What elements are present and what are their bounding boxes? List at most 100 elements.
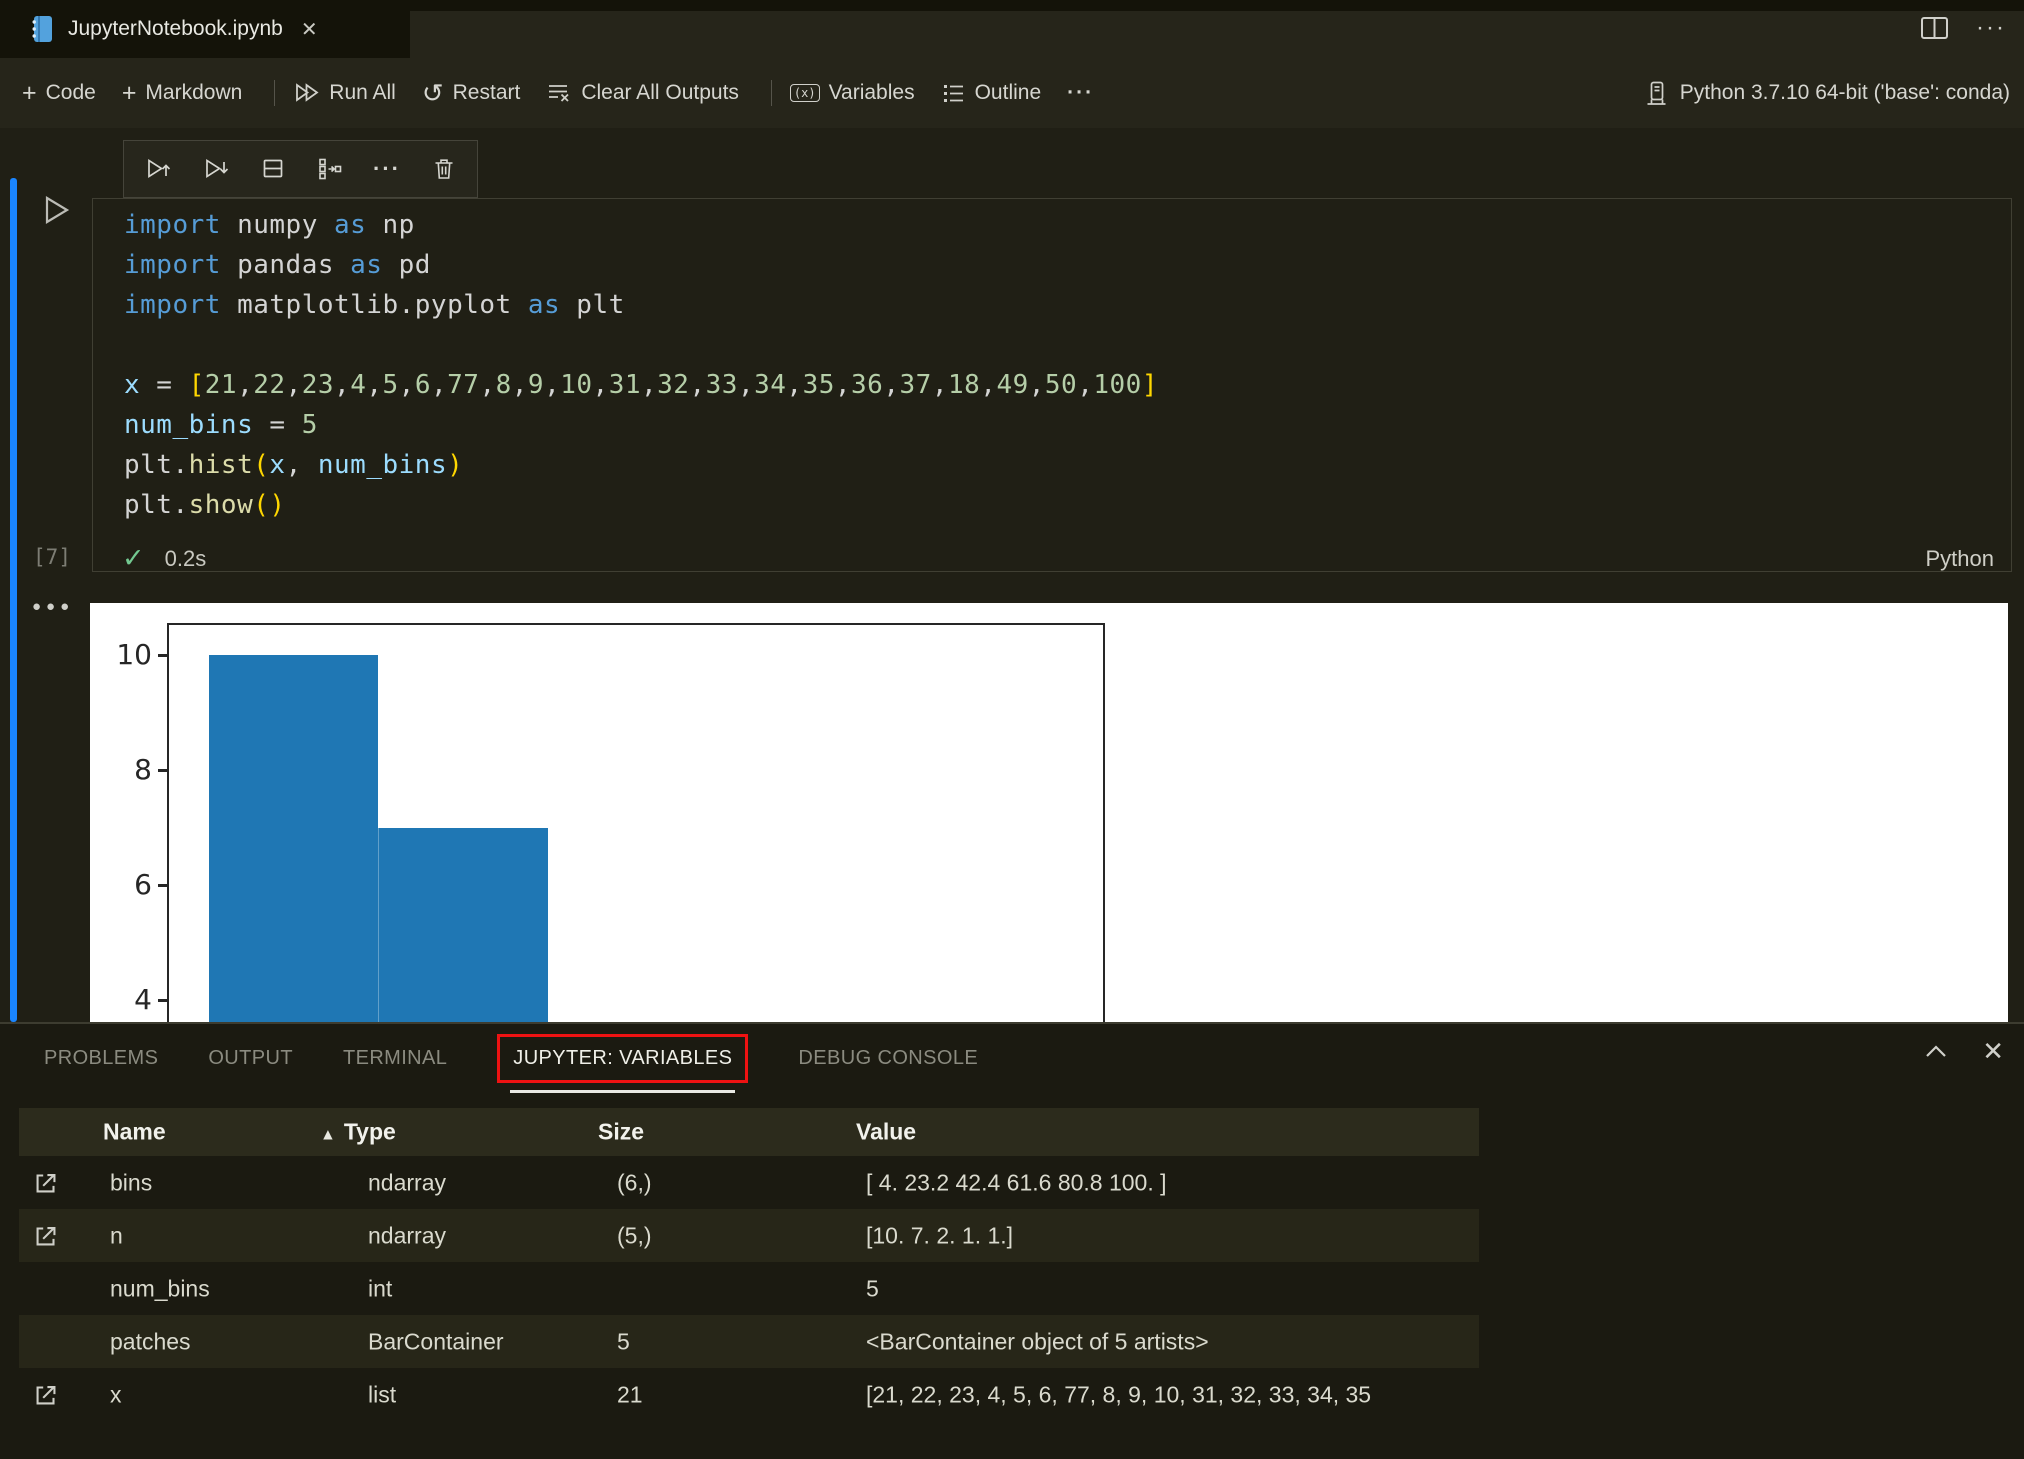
run-below-button[interactable] xyxy=(202,156,230,182)
trash-icon xyxy=(435,159,453,179)
code-line[interactable]: x = [21,22,23,4,5,6,77,8,9,10,31,32,33,3… xyxy=(124,365,1158,405)
panel-maximize-icon[interactable] xyxy=(1922,1040,1950,1064)
variable-size: 5 xyxy=(617,1328,630,1354)
add-markdown-button[interactable]: + Markdown xyxy=(122,81,243,106)
code-line[interactable]: plt.hist(x, num_bins) xyxy=(124,445,1158,485)
clear-outputs-label: Clear All Outputs xyxy=(581,81,739,104)
restart-button[interactable]: ↺ Restart xyxy=(421,78,521,108)
variable-value: [21, 22, 23, 4, 5, 6, 77, 8, 9, 10, 31, … xyxy=(866,1381,1372,1407)
more-actions-icon[interactable]: ··· xyxy=(1976,14,2006,42)
change-cell-icon xyxy=(319,158,342,180)
split-cell-icon xyxy=(263,159,283,178)
toolbar-divider xyxy=(274,80,276,106)
column-header-value[interactable]: Value xyxy=(856,1119,916,1146)
toolbar-divider xyxy=(770,80,772,106)
variable-row[interactable]: bins ndarray (6,) [ 4. 23.2 42.4 61.6 80.8 … xyxy=(19,1156,1479,1209)
change-cell-button[interactable] xyxy=(316,156,343,182)
add-markdown-label: Markdown xyxy=(145,81,243,104)
kernel-label: Python 3.7.10 64-bit ('base': conda) xyxy=(1679,81,2010,104)
plus-icon: + xyxy=(22,79,37,107)
variable-type: list xyxy=(368,1381,397,1407)
variable-value: 5 xyxy=(866,1275,879,1301)
variable-type: BarContainer xyxy=(368,1328,504,1354)
outline-icon xyxy=(941,81,966,106)
panel-close-icon[interactable]: ✕ xyxy=(1982,1036,2004,1067)
execution-duration: 0.2s xyxy=(164,545,207,571)
kernel-icon xyxy=(1643,80,1670,107)
run-above-icon xyxy=(148,158,171,179)
delete-cell-button[interactable] xyxy=(431,156,457,182)
code-line[interactable]: import numpy as np xyxy=(124,205,1158,245)
outline-label: Outline xyxy=(974,81,1042,104)
variable-type: ndarray xyxy=(368,1169,446,1195)
y-tick-mark xyxy=(158,883,167,887)
variables-label: Variables xyxy=(828,81,915,104)
run-below-icon xyxy=(206,158,229,179)
code-line[interactable]: import matplotlib.pyplot as plt xyxy=(124,285,1158,325)
panel-tab-terminal[interactable]: TERMINAL xyxy=(343,1047,447,1070)
variable-size: (5,) xyxy=(617,1222,652,1248)
column-header-name[interactable]: Name xyxy=(103,1119,166,1146)
y-tick-label: 6 xyxy=(134,868,152,901)
run-all-icon xyxy=(293,80,320,106)
variables-button[interactable]: (x) Variables xyxy=(789,81,915,105)
toolbar-more-button[interactable]: ··· xyxy=(1067,81,1094,105)
play-icon xyxy=(45,196,70,224)
restart-icon: ↺ xyxy=(421,78,444,108)
code-line[interactable] xyxy=(124,325,1158,365)
split-cell-button[interactable] xyxy=(260,156,286,182)
run-cell-button[interactable] xyxy=(36,190,74,230)
split-editor-icon[interactable] xyxy=(1920,15,1950,41)
panel-tab-debug-console[interactable]: DEBUG CONSOLE xyxy=(798,1047,978,1070)
variables-table-header: Name ▲ Type Size Value xyxy=(19,1108,1479,1156)
notebook-icon xyxy=(30,14,54,44)
run-all-button[interactable]: Run All xyxy=(293,80,396,106)
y-tick-mark xyxy=(158,653,167,657)
variable-row[interactable]: n ndarray (5,) [10. 7. 2. 1. 1.] xyxy=(19,1209,1479,1262)
sort-ascending-icon: ▲ xyxy=(320,1126,336,1144)
editor-tab[interactable]: JupyterNotebook.ipynb ✕ xyxy=(0,0,410,58)
code-line[interactable]: num_bins = 5 xyxy=(124,405,1158,445)
variable-row[interactable]: patches BarContainer 5 <BarContainer object… xyxy=(19,1315,1479,1368)
variables-icon: (x) xyxy=(789,84,820,102)
tab-close-icon[interactable]: ✕ xyxy=(301,17,318,42)
add-code-button[interactable]: + Code xyxy=(22,79,96,107)
kernel-picker[interactable]: Python 3.7.10 64-bit ('base': conda) xyxy=(1643,58,2010,128)
open-data-viewer-icon[interactable] xyxy=(31,1168,61,1198)
variable-name: num_bins xyxy=(110,1275,210,1301)
panel-tab-jupyter-variables[interactable]: JUPYTER: VARIABLES xyxy=(497,1033,749,1093)
variable-row[interactable]: num_bins int 5 xyxy=(19,1262,1479,1315)
code-line[interactable]: plt.show() xyxy=(124,485,1158,525)
code-editor[interactable]: import numpy as np import pandas as pd imp… xyxy=(124,205,1158,525)
variable-row[interactable]: x list 21 [21, 22, 23, 4, 5, 6, 77, 8, 9, 1… xyxy=(19,1368,1479,1421)
column-header-size[interactable]: Size xyxy=(598,1119,644,1146)
clear-outputs-icon xyxy=(546,80,572,106)
run-above-button[interactable] xyxy=(144,156,172,182)
cell-toolbar: ··· xyxy=(123,140,478,198)
success-check-icon: ✓ xyxy=(122,543,145,573)
variable-size: (6,) xyxy=(617,1169,652,1195)
clear-outputs-button[interactable]: Clear All Outputs xyxy=(546,80,739,106)
open-data-viewer-icon[interactable] xyxy=(31,1221,61,1251)
y-tick-mark xyxy=(158,768,167,772)
y-tick-label: 4 xyxy=(134,983,152,1016)
outline-button[interactable]: Outline xyxy=(941,81,1042,106)
y-tick-label: 8 xyxy=(134,753,152,786)
restart-label: Restart xyxy=(452,81,521,104)
cell-output-plot: 10 8 6 4 xyxy=(90,603,2008,1022)
variable-size: 21 xyxy=(617,1381,643,1407)
panel-tab-problems[interactable]: PROBLEMS xyxy=(44,1047,158,1070)
run-all-label: Run All xyxy=(329,81,396,104)
cell-language-button[interactable]: Python xyxy=(1856,546,1995,572)
open-data-viewer-icon[interactable] xyxy=(31,1380,61,1410)
variable-value: [ 4. 23.2 42.4 61.6 80.8 100. ] xyxy=(866,1169,1167,1195)
code-line[interactable]: import pandas as pd xyxy=(124,245,1158,285)
variable-value: <BarContainer object of 5 artists> xyxy=(866,1328,1209,1354)
variables-rows: bins ndarray (6,) [ 4. 23.2 42.4 61.6 80.8 … xyxy=(19,1156,1479,1421)
execution-count: [7] xyxy=(33,545,71,569)
column-header-type[interactable]: ▲ Type xyxy=(320,1119,396,1146)
variable-type: ndarray xyxy=(368,1222,446,1248)
cell-more-button[interactable]: ··· xyxy=(373,156,401,182)
panel-tab-output[interactable]: OUTPUT xyxy=(208,1047,293,1070)
output-options-icon[interactable]: ●●● xyxy=(32,598,74,615)
